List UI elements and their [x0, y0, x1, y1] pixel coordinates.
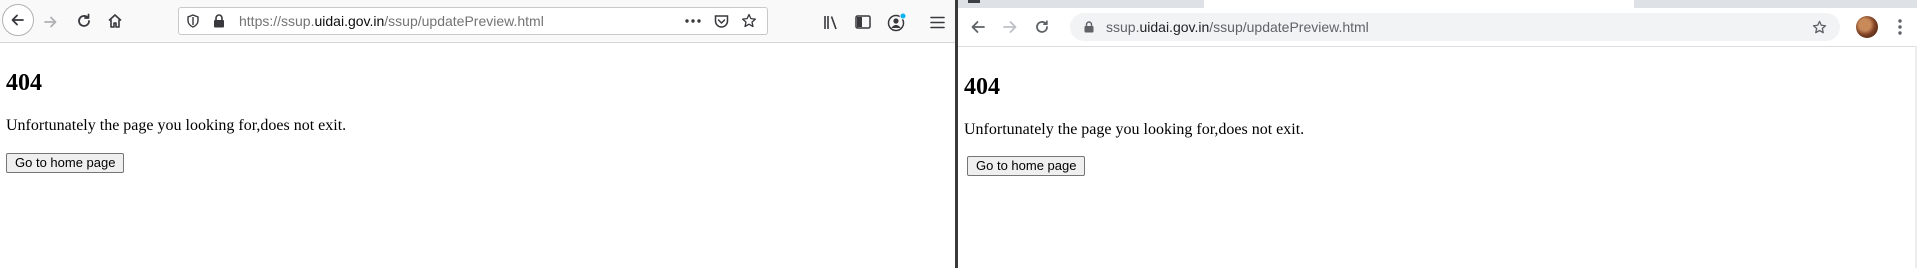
home-page-button[interactable]: Go to home page: [6, 153, 125, 173]
profile-avatar[interactable]: [1856, 16, 1878, 38]
forward-icon: [44, 16, 57, 28]
forward-button[interactable]: [38, 10, 62, 34]
forward-icon: [1003, 21, 1017, 33]
kebab-menu-icon: [1898, 19, 1902, 35]
error-heading: 404: [964, 74, 1000, 100]
back-button[interactable]: [966, 15, 990, 39]
bookmark-star-icon[interactable]: [739, 11, 759, 31]
tab-strip: [958, 0, 1917, 8]
home-icon: [108, 14, 122, 28]
firefox-window: https://ssup.uidai.gov.in/ssup/updatePre…: [0, 0, 955, 268]
omnibox[interactable]: ssup.uidai.gov.in/ssup/updatePreview.htm…: [1070, 13, 1840, 41]
error-heading: 404: [6, 70, 42, 96]
url-bar[interactable]: https://ssup.uidai.gov.in/ssup/updatePre…: [178, 7, 768, 35]
error-message: Unfortunately the page you looking for,d…: [6, 117, 347, 134]
library-button[interactable]: [820, 11, 842, 33]
forward-button[interactable]: [998, 15, 1022, 39]
back-button[interactable]: [2, 4, 34, 36]
chrome-toolbar: ssup.uidai.gov.in/ssup/updatePreview.htm…: [958, 8, 1917, 47]
url-text: ssup.uidai.gov.in/ssup/updatePreview.htm…: [1106, 19, 1369, 35]
home-button[interactable]: [103, 9, 127, 33]
hamburger-menu-icon: [929, 16, 945, 28]
url-text: https://ssup.uidai.gov.in/ssup/updatePre…: [239, 13, 544, 29]
error-message: Unfortunately the page you looking for,d…: [964, 121, 1305, 138]
sidebar-icon: [855, 15, 871, 29]
page-content: 404: [6, 70, 42, 97]
tab[interactable]: [1204, 0, 1634, 8]
firefox-toolbar: https://ssup.uidai.gov.in/ssup/updatePre…: [0, 0, 955, 43]
reload-button[interactable]: [72, 9, 96, 33]
shield-icon[interactable]: [185, 13, 201, 29]
chrome-window: ssup.uidai.gov.in/ssup/updatePreview.htm…: [958, 0, 1917, 268]
account-button[interactable]: [885, 10, 909, 34]
more-actions-icon[interactable]: [683, 12, 703, 30]
reload-icon: [1036, 20, 1048, 33]
pocket-icon[interactable]: [711, 12, 731, 30]
tab-edge: [968, 0, 980, 3]
back-icon: [971, 21, 985, 33]
bookmark-star-icon[interactable]: [1810, 18, 1828, 36]
library-icon: [823, 15, 837, 29]
page-content: 404: [964, 74, 1000, 101]
reload-button[interactable]: [1030, 15, 1054, 39]
lock-icon[interactable]: [1082, 20, 1096, 34]
back-icon: [11, 14, 24, 26]
account-icon: [887, 12, 907, 32]
menu-button[interactable]: [926, 11, 948, 33]
lock-icon[interactable]: [211, 13, 227, 29]
home-page-button[interactable]: Go to home page: [967, 156, 1086, 176]
menu-button[interactable]: [1890, 16, 1910, 38]
reload-icon: [78, 13, 90, 27]
sidebar-button[interactable]: [852, 11, 874, 33]
